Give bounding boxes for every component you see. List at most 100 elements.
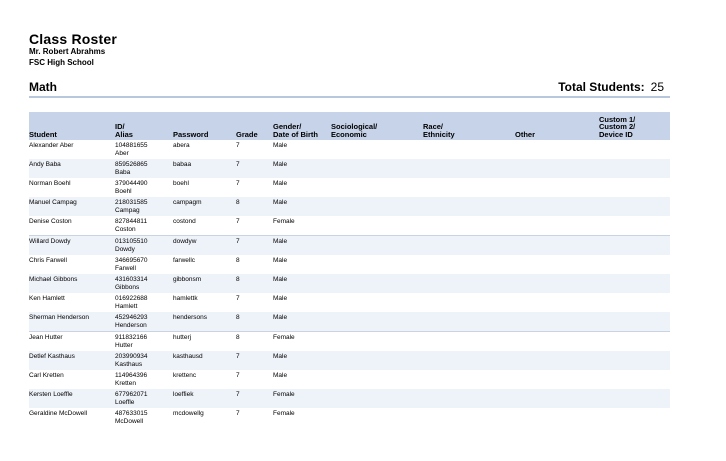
student-gender: Male — [273, 197, 331, 216]
student-gender: Female — [273, 331, 331, 351]
student-id-alias: 104881655 Aber — [115, 142, 148, 157]
student-name: Andy Baba — [29, 159, 115, 178]
col-socio-economic: Sociological/Economic — [331, 112, 423, 140]
student-gender: Female — [273, 410, 295, 417]
student-password: boehl — [173, 180, 189, 187]
student-name: Kersten Loeffle — [29, 389, 115, 408]
student-password: hendersons — [173, 312, 236, 332]
student-name: Alexander Aber — [29, 142, 74, 149]
student-name: Manuel Campag — [29, 197, 115, 216]
student-password: krettenc — [173, 372, 197, 379]
student-gender: Male — [273, 312, 331, 332]
table-row: Manuel Campag 218031585 Campag campagm 8 … — [29, 197, 670, 216]
student-grade: 7 — [236, 218, 240, 225]
header-divider — [29, 96, 670, 98]
table-row: Andy Baba 859526865 Baba babaa 7 Male — [29, 159, 670, 178]
student-id-alias: 114964396 Kretten — [115, 372, 148, 387]
col-id-alias: ID/Alias — [115, 112, 173, 140]
student-gender: Female — [273, 389, 331, 408]
student-id-alias: 911832166 Hutter — [115, 331, 173, 351]
student-name: Chris Farwell — [29, 257, 67, 264]
student-gender: Male — [273, 159, 331, 178]
total-students: Total Students: 25 — [558, 80, 664, 94]
student-grade: 7 — [236, 180, 240, 187]
col-custom: Custom 1/Custom 2/Device ID — [599, 112, 670, 140]
student-id-alias: 487633015 McDowell — [115, 410, 148, 425]
student-name: Norman Boehl — [29, 180, 71, 187]
student-gender: Male — [273, 257, 288, 264]
student-id-alias: 346695670 Farwell — [115, 257, 148, 272]
student-name: Ken Hamlett — [29, 295, 65, 302]
student-grade: 7 — [236, 372, 240, 379]
table-row: Chris Farwell 346695670 Farwell farwellc … — [29, 255, 670, 274]
table-row: Ken Hamlett 016922688 Hamlett hamlettk 7 … — [29, 293, 670, 312]
col-student: Student — [29, 112, 115, 140]
student-id-alias: 379044490 Boehl — [115, 180, 148, 195]
student-password: loeffiek — [173, 389, 236, 408]
student-name: Willard Dowdy — [29, 235, 115, 255]
table-row: Alexander Aber 104881655 Aber abera 7 Mal… — [29, 140, 670, 159]
total-students-count: 25 — [650, 80, 664, 94]
teacher-name: Mr. Robert Abrahms — [29, 47, 106, 56]
table-row: Norman Boehl 379044490 Boehl boehl 7 Male — [29, 178, 670, 197]
table-header-row: Student ID/Alias Password Grade Gender/D… — [29, 112, 670, 140]
table-row: Carl Kretten 114964396 Kretten krettenc 7… — [29, 370, 670, 389]
student-id-alias: 452946293 Henderson — [115, 312, 173, 332]
student-password: hamlettk — [173, 295, 198, 302]
student-gender: Male — [273, 235, 331, 255]
col-race-ethnicity: Race/Ethnicity — [423, 112, 515, 140]
student-name: Carl Kretten — [29, 372, 64, 379]
student-gender: Female — [273, 218, 295, 225]
student-password: mcdowellg — [173, 410, 204, 417]
student-grade: 7 — [236, 159, 273, 178]
student-grade: 8 — [236, 312, 273, 332]
student-password: dowdyw — [173, 235, 236, 255]
student-gender: Male — [273, 180, 288, 187]
student-grade: 8 — [236, 197, 273, 216]
table-row: Willard Dowdy 013105510 Dowdy dowdyw 7 Ma… — [29, 235, 670, 255]
col-other: Other — [515, 112, 599, 140]
student-gender: Male — [273, 372, 288, 379]
student-name: Sherman Henderson — [29, 312, 115, 332]
student-id-alias: 016922688 Hamlett — [115, 295, 148, 310]
student-name: Geraldine McDowell — [29, 410, 88, 417]
student-grade: 8 — [236, 331, 273, 351]
student-grade: 7 — [236, 410, 240, 417]
student-password: abera — [173, 142, 190, 149]
subject-heading: Math — [29, 80, 57, 94]
student-password: hutterj — [173, 331, 236, 351]
table-row: Kersten Loeffle 677962071 Loeffle loeffie… — [29, 389, 670, 408]
table-row: Detlef Kasthaus 203990934 Kasthaus kastha… — [29, 351, 670, 370]
student-name: Denise Coston — [29, 218, 72, 225]
student-id-alias: 203990934 Kasthaus — [115, 351, 173, 370]
student-grade: 7 — [236, 351, 273, 370]
student-gender: Male — [273, 295, 288, 302]
roster-page: Class Roster Mr. Robert Abrahms FSC High… — [0, 0, 726, 461]
student-grade: 7 — [236, 295, 240, 302]
student-id-alias: 827844811 Coston — [115, 218, 148, 233]
total-students-label: Total Students: — [558, 80, 645, 94]
student-name: Detlef Kasthaus — [29, 351, 115, 370]
col-password: Password — [173, 112, 236, 140]
student-id-alias: 013105510 Dowdy — [115, 235, 173, 255]
student-password: gibbonsm — [173, 274, 236, 293]
student-gender: Male — [273, 351, 331, 370]
student-grade: 8 — [236, 274, 273, 293]
col-gender-dob: Gender/Date of Birth — [273, 112, 331, 140]
table-row: Denise Coston 827844811 Coston costond 7 … — [29, 216, 670, 236]
student-gender: Male — [273, 274, 331, 293]
student-grade: 7 — [236, 235, 273, 255]
student-grade: 8 — [236, 257, 240, 264]
report-title: Class Roster — [29, 31, 117, 47]
school-name: FSC High School — [29, 58, 94, 67]
student-gender: Male — [273, 142, 288, 149]
student-password: costond — [173, 218, 196, 225]
table-row: Michael Gibbons 431603314 Gibbons gibbons… — [29, 274, 670, 293]
student-password: babaa — [173, 159, 236, 178]
student-grade: 7 — [236, 142, 240, 149]
student-id-alias: 859526865 Baba — [115, 159, 173, 178]
student-password: farwellc — [173, 257, 196, 264]
student-id-alias: 677962071 Loeffle — [115, 389, 173, 408]
student-password: campagm — [173, 197, 236, 216]
student-password: kasthausd — [173, 351, 236, 370]
